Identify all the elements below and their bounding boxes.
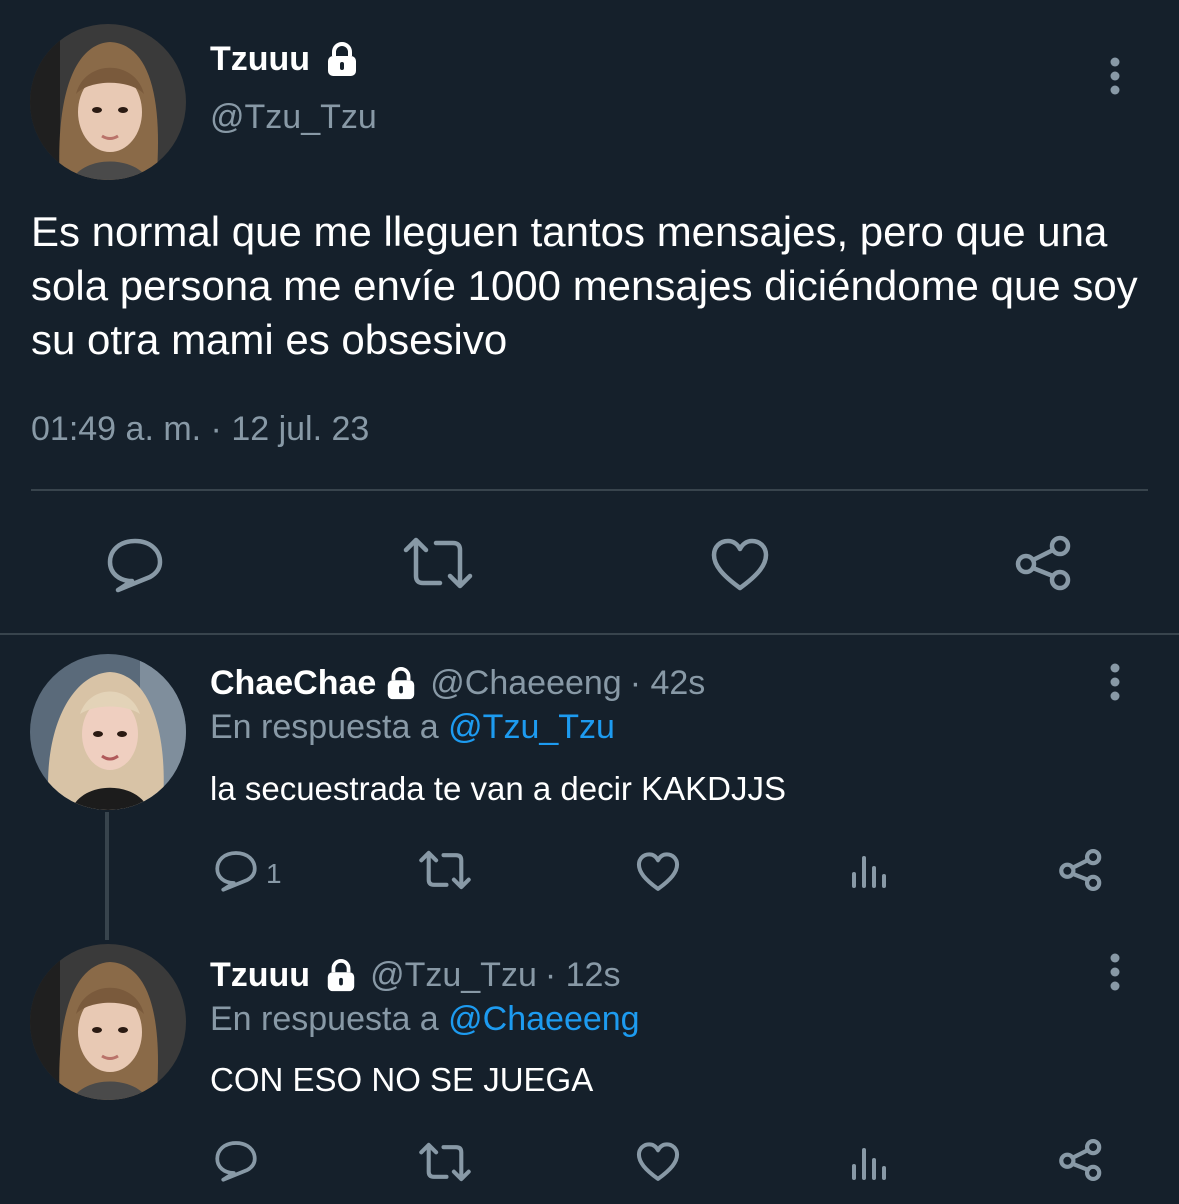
analytics-icon[interactable] bbox=[850, 852, 888, 890]
reply-to-link[interactable]: @Tzu_Tzu bbox=[448, 708, 615, 746]
reply-author-name[interactable]: Tzuuu bbox=[210, 956, 310, 995]
reply-author-handle[interactable]: @Chaeeeng bbox=[430, 664, 621, 703]
reply-icon[interactable] bbox=[106, 537, 164, 593]
lock-icon bbox=[324, 958, 358, 993]
divider bbox=[31, 489, 1148, 491]
divider bbox=[0, 633, 1179, 635]
tweet-text: Es normal que me lleguen tantos mensajes… bbox=[31, 208, 1138, 363]
retweet-icon[interactable] bbox=[402, 536, 474, 590]
author-handle[interactable]: @Tzu_Tzu bbox=[210, 98, 377, 137]
reply-author-name[interactable]: ChaeChae bbox=[210, 664, 376, 703]
analytics-icon[interactable] bbox=[850, 1144, 888, 1182]
more-options-icon[interactable] bbox=[1104, 662, 1126, 702]
tweet-timestamp[interactable]: 01:49 a. m. · 12 jul. 23 bbox=[31, 410, 369, 449]
share-icon[interactable] bbox=[1014, 534, 1074, 592]
avatar-tzuuu[interactable] bbox=[30, 944, 186, 1100]
reply-text: CON ESO NO SE JUEGA bbox=[210, 1061, 594, 1098]
retweet-icon[interactable] bbox=[418, 850, 472, 890]
reply-to-link[interactable]: @Chaeeeng bbox=[448, 1000, 639, 1038]
avatar-tzuuu[interactable] bbox=[30, 24, 186, 180]
reply-count: 1 bbox=[266, 858, 282, 889]
like-icon[interactable] bbox=[636, 852, 680, 892]
reply-prefix: En respuesta a bbox=[210, 708, 439, 746]
author-name[interactable]: Tzuuu bbox=[210, 40, 310, 79]
reply-age[interactable]: · 42s bbox=[630, 664, 706, 703]
reply-author-handle[interactable]: @Tzu_Tzu bbox=[370, 956, 537, 995]
reply-icon[interactable] bbox=[214, 1140, 258, 1182]
like-icon[interactable] bbox=[636, 1142, 680, 1182]
reply-age[interactable]: · 12s bbox=[545, 956, 621, 995]
like-icon[interactable] bbox=[710, 538, 770, 592]
avatar-chaechae[interactable] bbox=[30, 654, 186, 810]
retweet-icon[interactable] bbox=[418, 1142, 472, 1182]
share-icon[interactable] bbox=[1058, 848, 1104, 892]
reply-text: la secuestrada te van a decir KAKDJJS bbox=[210, 770, 786, 807]
reply-icon[interactable] bbox=[214, 850, 258, 892]
thread-connector bbox=[105, 812, 109, 940]
lock-icon bbox=[324, 41, 360, 78]
more-options-icon[interactable] bbox=[1104, 952, 1126, 992]
reply-prefix: En respuesta a bbox=[210, 1000, 439, 1038]
lock-icon bbox=[384, 666, 418, 701]
share-icon[interactable] bbox=[1058, 1138, 1104, 1182]
more-options-icon[interactable] bbox=[1104, 56, 1126, 96]
